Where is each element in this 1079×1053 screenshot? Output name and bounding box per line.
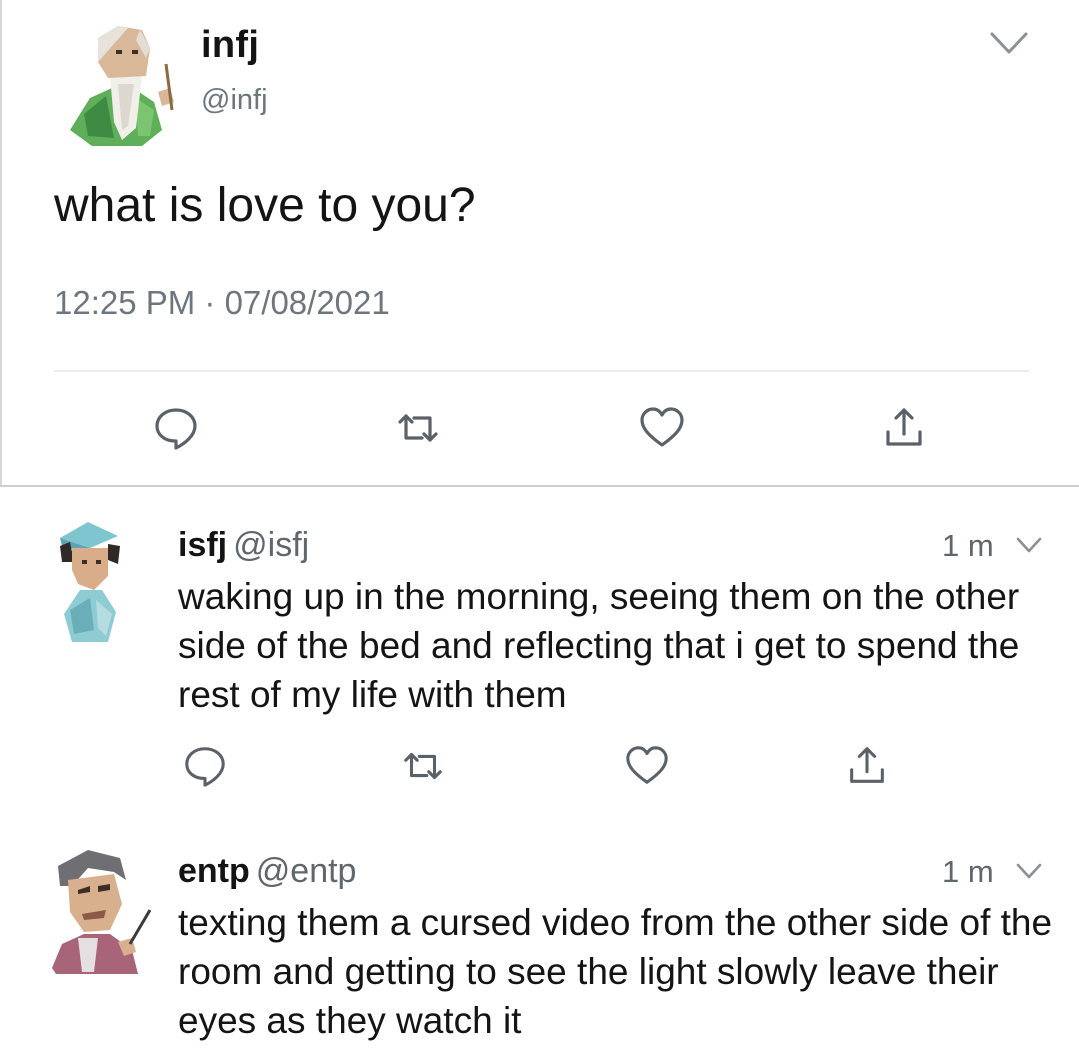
mischievous-avatar-icon [52,850,152,974]
divider [54,370,1029,372]
share-icon [886,408,922,446]
retweet-icon [404,752,442,780]
thread-divider [0,485,1079,487]
like-icon [626,746,668,784]
handle[interactable]: @infj [201,84,268,117]
like-button[interactable] [624,743,670,789]
handle[interactable]: @entp [256,852,357,890]
display-name[interactable]: entp [178,852,250,890]
reply-button[interactable] [152,404,200,452]
reply-header: entp @entp [178,852,356,891]
main-tweet: infj @infj what is love to you? 12:25 PM… [0,0,1079,486]
tweet-timestamp[interactable]: 12:25 PM · 07/08/2021 [54,284,390,322]
retweet-button[interactable] [400,743,446,789]
display-name[interactable]: infj [201,24,259,67]
tweet-text: what is love to you? [54,179,476,232]
reply-icon [155,408,197,450]
chevron-down-icon[interactable] [1016,862,1042,880]
like-icon [640,407,684,447]
reply-text: texting them a cursed video from the oth… [178,902,1053,1041]
avatar[interactable] [50,518,130,648]
chevron-down-icon[interactable] [989,30,1029,56]
display-name[interactable]: isfj [178,526,227,564]
share-button[interactable] [880,404,928,452]
reply-button[interactable] [182,743,228,789]
chevron-down-icon[interactable] [1016,536,1042,554]
retweet-icon [398,414,438,442]
handle[interactable]: @isfj [233,526,309,564]
share-button[interactable] [844,743,890,789]
reply-icon [185,747,225,787]
reply-text: waking up in the morning, seeing them on… [178,576,1020,715]
like-button[interactable] [638,404,686,452]
nurse-avatar-icon [60,522,120,642]
avatar[interactable] [48,846,158,976]
tweet-thread: infj @infj what is love to you? 12:25 PM… [0,0,1079,1053]
avatar[interactable] [62,18,190,148]
reply-timestamp[interactable]: 1 m [942,854,994,890]
share-icon [850,747,884,783]
retweet-button[interactable] [394,404,442,452]
reply-timestamp[interactable]: 1 m [942,528,994,564]
old-sage-avatar-icon [70,26,174,146]
reply-header: isfj @isfj [178,526,309,565]
